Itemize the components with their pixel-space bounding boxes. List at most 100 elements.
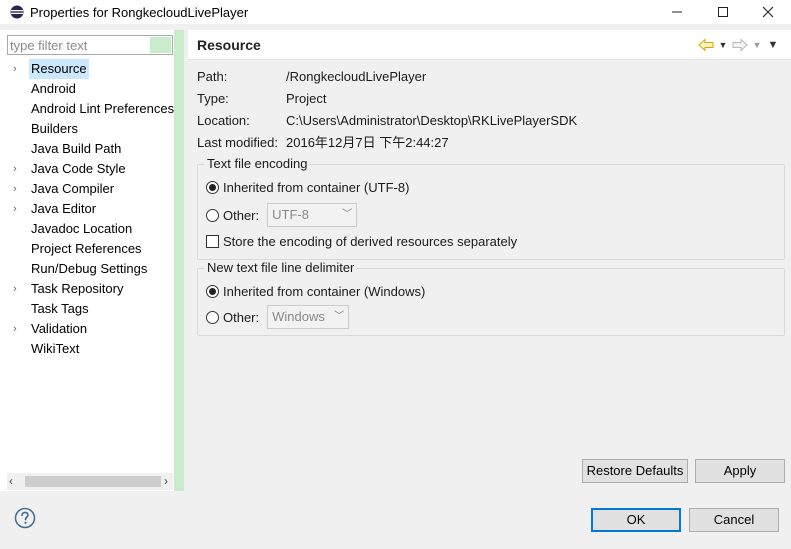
delimiter-other-option[interactable]: Other: Windows ﹀ <box>206 305 350 329</box>
forward-arrow-icon <box>732 38 748 52</box>
delimiter-combo-value: Windows <box>272 309 325 324</box>
encoding-combo-value: UTF-8 <box>272 207 309 222</box>
back-button[interactable] <box>697 37 715 53</box>
tree-item-label: Android <box>31 81 76 96</box>
minimize-icon <box>672 11 682 13</box>
tree-item-android-lint-preferences[interactable]: Android Lint Preferences <box>0 99 174 119</box>
tree-item-label: Task Repository <box>31 281 124 296</box>
apply-button[interactable]: Apply <box>695 459 785 483</box>
location-value: C:\Users\Administrator\Desktop\RKLivePla… <box>286 113 578 128</box>
tree-item-label: Resource <box>29 59 89 79</box>
forward-dropdown[interactable]: ▼ <box>751 37 763 53</box>
tree-item-label: Task Tags <box>31 301 89 316</box>
delimiter-inherited-label: Inherited from container (Windows) <box>223 283 426 299</box>
chevron-right-icon[interactable]: › <box>13 279 23 299</box>
view-menu-icon: ▼ <box>767 39 779 51</box>
tree-item-label: Android Lint Preferences <box>31 101 175 116</box>
scrollbar-thumb[interactable] <box>25 476 161 487</box>
tree-item-javadoc-location[interactable]: Javadoc Location <box>0 219 174 239</box>
tree-item-label: Builders <box>31 121 78 136</box>
tree-item-java-editor[interactable]: › Java Editor <box>0 199 174 219</box>
page-navigation: ▼ ▼ ▼ <box>697 37 781 53</box>
tree-item-wikitext[interactable]: WikiText <box>0 339 174 359</box>
chevron-right-icon[interactable]: › <box>13 199 23 219</box>
dropdown-arrow-icon: ▼ <box>718 40 728 50</box>
page-title: Resource <box>197 37 261 53</box>
tree-item-java-build-path[interactable]: Java Build Path <box>0 139 174 159</box>
encoding-other-label: Other: <box>223 207 260 223</box>
tree-item-run-debug-settings[interactable]: Run/Debug Settings <box>0 259 174 279</box>
path-label: Path: <box>197 69 228 84</box>
back-arrow-icon <box>698 38 714 52</box>
tree-item-task-tags[interactable]: Task Tags <box>0 299 174 319</box>
chevron-down-icon: ﹀ <box>334 311 345 322</box>
modified-label: Last modified: <box>197 135 278 150</box>
tree-item-project-references[interactable]: Project References <box>0 239 174 259</box>
tree-item-label: Java Code Style <box>31 161 126 176</box>
location-label: Location: <box>197 113 250 128</box>
view-menu-button[interactable]: ▼ <box>765 37 781 53</box>
tree-item-label: Java Compiler <box>31 181 115 196</box>
maximize-button[interactable] <box>700 0 746 24</box>
tree-item-label: Java Build Path <box>31 141 122 156</box>
tree-item-label: Project References <box>31 241 142 256</box>
path-value: /RongkecloudLivePlayer <box>286 69 427 84</box>
encoding-inherited-option[interactable]: Inherited from container (UTF-8) <box>206 178 409 196</box>
encoding-legend: Text file encoding <box>204 156 311 171</box>
forward-button[interactable] <box>731 37 749 53</box>
delimiter-inherited-option[interactable]: Inherited from container (Windows) <box>206 282 425 300</box>
minimize-button[interactable] <box>654 0 700 24</box>
tree-item-task-repository[interactable]: › Task Repository <box>0 279 174 299</box>
cancel-button[interactable]: Cancel <box>689 508 779 532</box>
delimiter-combo[interactable]: Windows ﹀ <box>267 305 350 329</box>
horizontal-scrollbar[interactable]: ‹ › <box>7 473 173 490</box>
tree-item-java-compiler[interactable]: › Java Compiler <box>0 179 174 199</box>
encoding-other-option[interactable]: Other: UTF-8 ﹀ <box>206 203 358 227</box>
encoding-combo[interactable]: UTF-8 ﹀ <box>267 203 358 227</box>
close-icon <box>762 6 774 18</box>
delimiter-other-label: Other: <box>223 309 260 325</box>
tree-item-label: Validation <box>31 321 88 336</box>
help-icon[interactable] <box>14 507 36 529</box>
tree-item-label: Java Editor <box>31 201 97 216</box>
ok-button[interactable]: OK <box>591 508 681 532</box>
eclipse-app-icon <box>10 5 24 19</box>
filter-clear-button[interactable] <box>150 37 171 53</box>
title-bar: Properties for RongkecloudLivePlayer <box>0 0 791 24</box>
page-header: Resource ▼ ▼ ▼ <box>188 30 791 60</box>
derived-encoding-checkbox[interactable] <box>206 234 219 248</box>
preference-navigation-panel: › Resource Android Android Lint Preferen… <box>0 30 184 491</box>
delimiter-legend: New text file line delimiter <box>204 260 358 275</box>
tree-gutter <box>174 30 184 491</box>
tree-item-builders[interactable]: Builders <box>0 119 174 139</box>
back-dropdown[interactable]: ▼ <box>717 37 729 53</box>
chevron-right-icon[interactable]: › <box>13 179 23 199</box>
tree-item-resource[interactable]: › Resource <box>0 59 174 79</box>
encoding-inherited-radio[interactable] <box>206 180 219 194</box>
scroll-left-icon[interactable]: ‹ <box>9 473 13 490</box>
chevron-down-icon: ﹀ <box>342 209 353 220</box>
tree-item-validation[interactable]: › Validation <box>0 319 174 339</box>
scroll-right-icon[interactable]: › <box>164 473 168 490</box>
tree-item-label: WikiText <box>31 341 80 356</box>
tree-item-android[interactable]: Android <box>0 79 174 99</box>
type-value: Project <box>286 91 327 106</box>
encoding-other-radio[interactable] <box>206 208 219 222</box>
restore-defaults-button[interactable]: Restore Defaults <box>582 459 688 483</box>
text-file-encoding-group: Text file encoding Inherited from contai… <box>197 156 785 260</box>
derived-encoding-option[interactable]: Store the encoding of derived resources … <box>206 232 517 250</box>
modified-value: 2016年12月7日 下午2:44:27 <box>286 135 449 150</box>
delimiter-other-radio[interactable] <box>206 310 219 324</box>
chevron-right-icon[interactable]: › <box>13 59 23 79</box>
tree-item-label: Run/Debug Settings <box>31 261 148 276</box>
tree-item-java-code-style[interactable]: › Java Code Style <box>0 159 174 179</box>
encoding-inherited-label: Inherited from container (UTF-8) <box>223 179 410 195</box>
chevron-right-icon[interactable]: › <box>13 159 23 179</box>
type-label: Type: <box>197 91 229 106</box>
filter-input[interactable] <box>8 36 149 54</box>
preference-tree: › Resource Android Android Lint Preferen… <box>0 59 174 359</box>
close-button[interactable] <box>745 0 791 24</box>
delimiter-inherited-radio[interactable] <box>206 284 219 298</box>
chevron-right-icon[interactable]: › <box>13 319 23 339</box>
property-page: Resource ▼ ▼ ▼ Path: /RongkecloudLivePla… <box>188 30 791 491</box>
